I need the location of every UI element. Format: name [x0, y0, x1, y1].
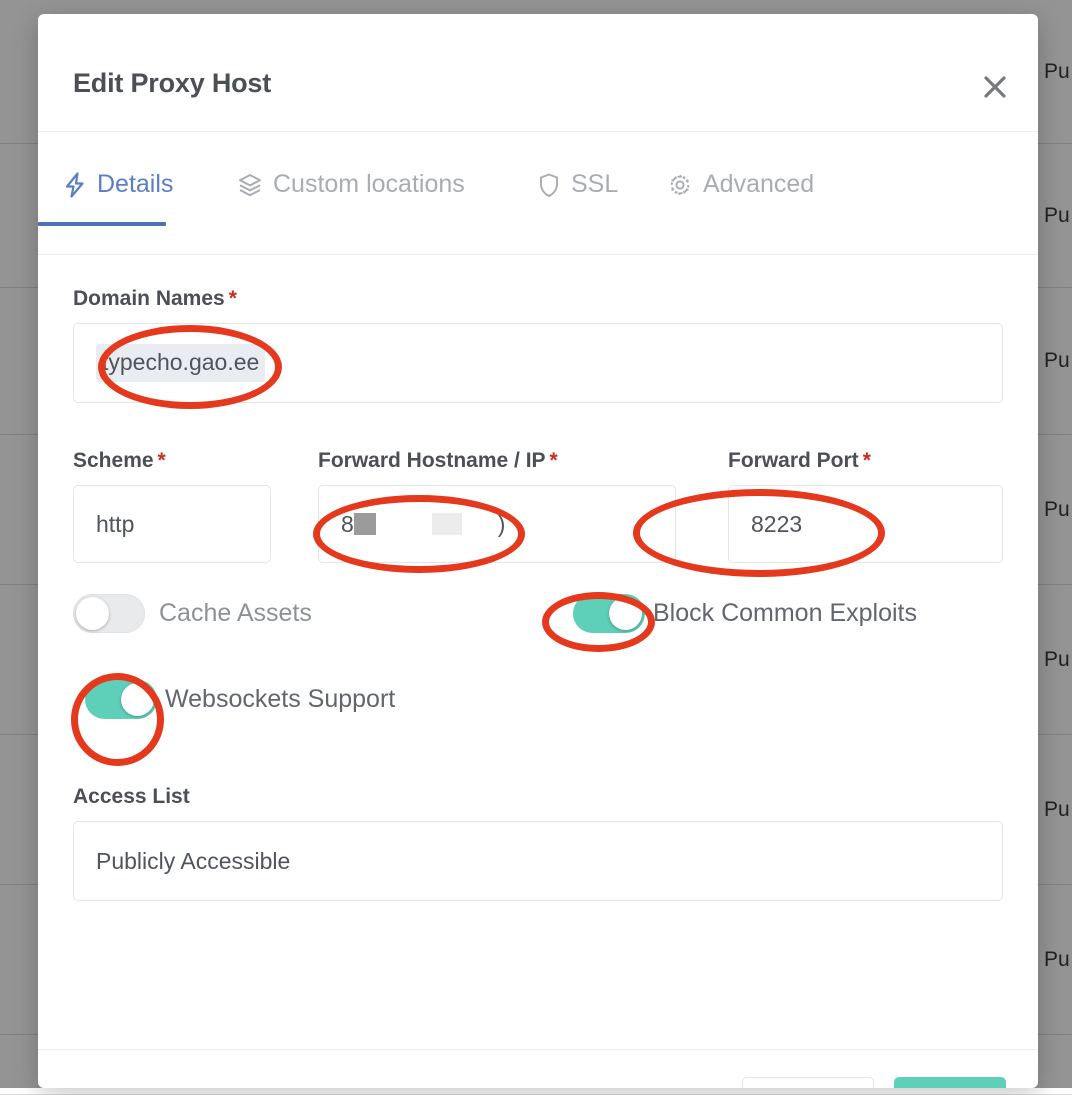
access-list-label: Access List — [73, 785, 190, 808]
forward-port-label: Forward Port * — [728, 449, 871, 472]
cache-assets-toggle-row: Cache Assets — [73, 594, 312, 633]
scheme-select[interactable]: http — [73, 485, 271, 563]
modal-header: Edit Proxy Host — [38, 14, 1038, 132]
tab-details[interactable]: Details — [38, 170, 174, 226]
domain-names-label: Domain Names * — [73, 287, 237, 310]
domain-tag[interactable]: typecho.gao.ee — [96, 344, 266, 382]
close-icon[interactable] — [978, 70, 1012, 104]
cache-assets-label: Cache Assets — [159, 599, 312, 627]
layers-icon — [238, 172, 262, 198]
modal-body: Domain Names * typecho.gao.ee Scheme * htt… — [38, 255, 1038, 1049]
forward-port-value: 8223 — [751, 510, 803, 537]
redaction-block — [431, 513, 462, 535]
tab-ssl-label: SSL — [571, 170, 619, 198]
edit-proxy-host-modal: Edit Proxy Host Details Custom locations… — [38, 14, 1038, 1088]
modal-tabs: Details Custom locations SSL Advanced — [38, 132, 1038, 255]
cancel-button[interactable]: Cancel — [742, 1077, 874, 1088]
domain-names-input[interactable]: typecho.gao.ee — [73, 323, 1003, 403]
scheme-label: Scheme * — [73, 449, 166, 472]
tab-active-indicator — [38, 222, 166, 226]
save-button[interactable]: Save — [894, 1077, 1006, 1088]
tab-advanced-label: Advanced — [703, 170, 815, 198]
websockets-support-toggle[interactable] — [85, 680, 157, 719]
toggle-knob — [76, 597, 109, 630]
websockets-support-toggle-row: Websockets Support — [85, 680, 395, 719]
websockets-support-label: Websockets Support — [165, 685, 396, 713]
toggle-knob — [609, 597, 642, 630]
required-marker: * — [157, 449, 166, 472]
shield-icon — [538, 172, 560, 198]
forward-port-input[interactable]: 8223 — [728, 485, 1003, 563]
gear-icon — [668, 172, 692, 198]
hostname-visible-prefix: 8 — [341, 510, 354, 537]
forward-hostname-value: 8) — [341, 511, 505, 538]
tab-details-label: Details — [97, 170, 174, 198]
page-title: Edit Proxy Host — [73, 68, 272, 98]
required-marker: * — [862, 449, 871, 472]
required-marker: * — [228, 287, 237, 310]
cache-assets-toggle[interactable] — [73, 594, 145, 633]
forward-hostname-input[interactable]: 8) — [318, 485, 676, 563]
scheme-value: http — [96, 510, 135, 537]
tab-custom-locations[interactable]: Custom locations — [238, 170, 465, 199]
block-common-exploits-toggle-row: Block Common Exploits — [573, 594, 917, 633]
block-common-exploits-toggle[interactable] — [573, 594, 645, 633]
tab-advanced[interactable]: Advanced — [668, 170, 814, 199]
tab-ssl[interactable]: SSL — [538, 170, 618, 199]
block-common-exploits-label: Block Common Exploits — [653, 599, 917, 627]
modal-footer: Cancel Save — [38, 1049, 1038, 1088]
redaction-block — [353, 513, 376, 535]
forward-hostname-label: Forward Hostname / IP * — [318, 449, 558, 472]
access-list-value: Publicly Accessible — [96, 847, 291, 874]
access-list-select[interactable]: Publicly Accessible — [73, 821, 1003, 901]
lightning-bolt-icon — [64, 171, 86, 198]
hostname-visible-suffix: ) — [497, 510, 506, 537]
toggle-knob — [121, 683, 154, 716]
tab-custom-locations-label: Custom locations — [273, 170, 465, 198]
required-marker: * — [549, 449, 558, 472]
